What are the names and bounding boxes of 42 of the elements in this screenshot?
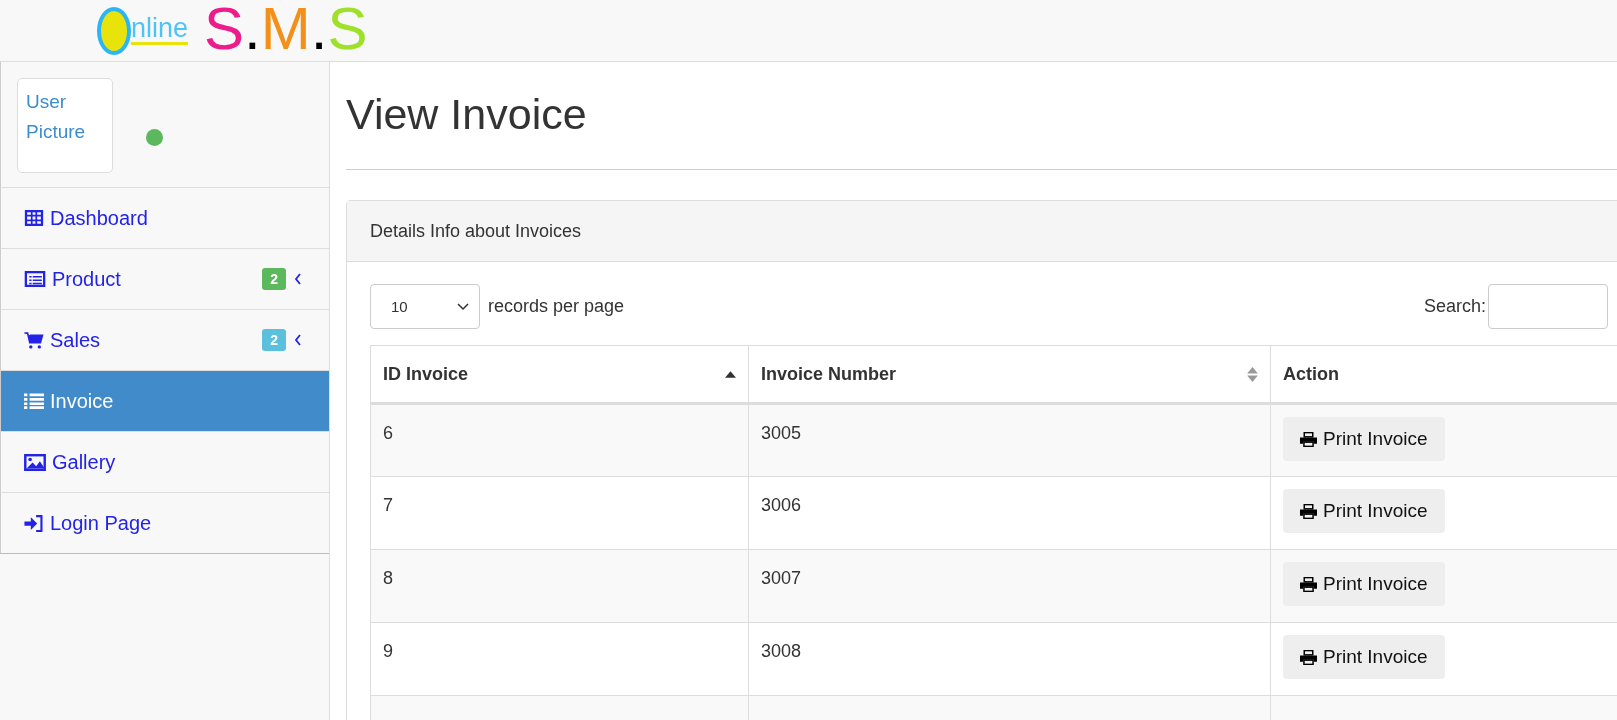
sort-icon (1247, 366, 1258, 382)
print-invoice-button[interactable]: Print Invoice (1283, 417, 1445, 461)
table-cell: 3007 (748, 549, 1271, 623)
printer-icon (1300, 503, 1317, 519)
cart-icon (24, 331, 44, 349)
table-icon (24, 210, 44, 226)
sidebar-item[interactable]: Login Page (0, 493, 329, 554)
logo-word: nline (131, 14, 189, 45)
table-cell: 9 (370, 622, 749, 696)
table-cell: 6 (370, 403, 749, 477)
print-invoice-button[interactable]: Print Invoice (1283, 489, 1445, 533)
list-card-icon (24, 271, 46, 287)
ring-logo-icon (97, 6, 131, 55)
page-size-select[interactable]: 10 (370, 284, 480, 329)
printer-icon (1300, 649, 1317, 665)
print-invoice-button[interactable]: Print Invoice (1283, 635, 1445, 679)
count-badge: 2 (262, 329, 286, 351)
page-title: View Invoice (346, 90, 1617, 170)
panel-title: Details Info about Invoices (370, 220, 582, 242)
chevron-down-icon (457, 302, 469, 311)
sidebar-item[interactable]: Invoice (0, 371, 329, 432)
page-size-label: records per page (488, 296, 625, 317)
printer-icon (1300, 576, 1317, 592)
table-cell: 3008 (748, 622, 1271, 696)
search-label: Search: (1423, 296, 1486, 317)
image-icon (24, 453, 46, 471)
printer-icon (1300, 431, 1317, 447)
sidebar-item[interactable]: Dashboard (0, 188, 329, 249)
sidebar-item[interactable]: Gallery (0, 432, 329, 493)
table-cell: 3005 (748, 403, 1271, 477)
table-cell: 7 (370, 476, 749, 550)
sidebar-item[interactable]: Product 2 (0, 249, 329, 310)
count-badge: 2 (262, 268, 286, 290)
sign-in-icon (24, 514, 44, 532)
table-cell: 3006 (748, 476, 1271, 550)
table-cell: 8 (370, 549, 749, 623)
logo-text: S.M.S (204, 0, 368, 59)
sort-ascending-icon (725, 370, 736, 378)
list-icon (24, 393, 44, 409)
search-field[interactable] (1488, 284, 1608, 329)
print-invoice-button[interactable]: Print Invoice (1283, 562, 1445, 606)
user-picture-alt-text: User Picture (17, 78, 113, 173)
